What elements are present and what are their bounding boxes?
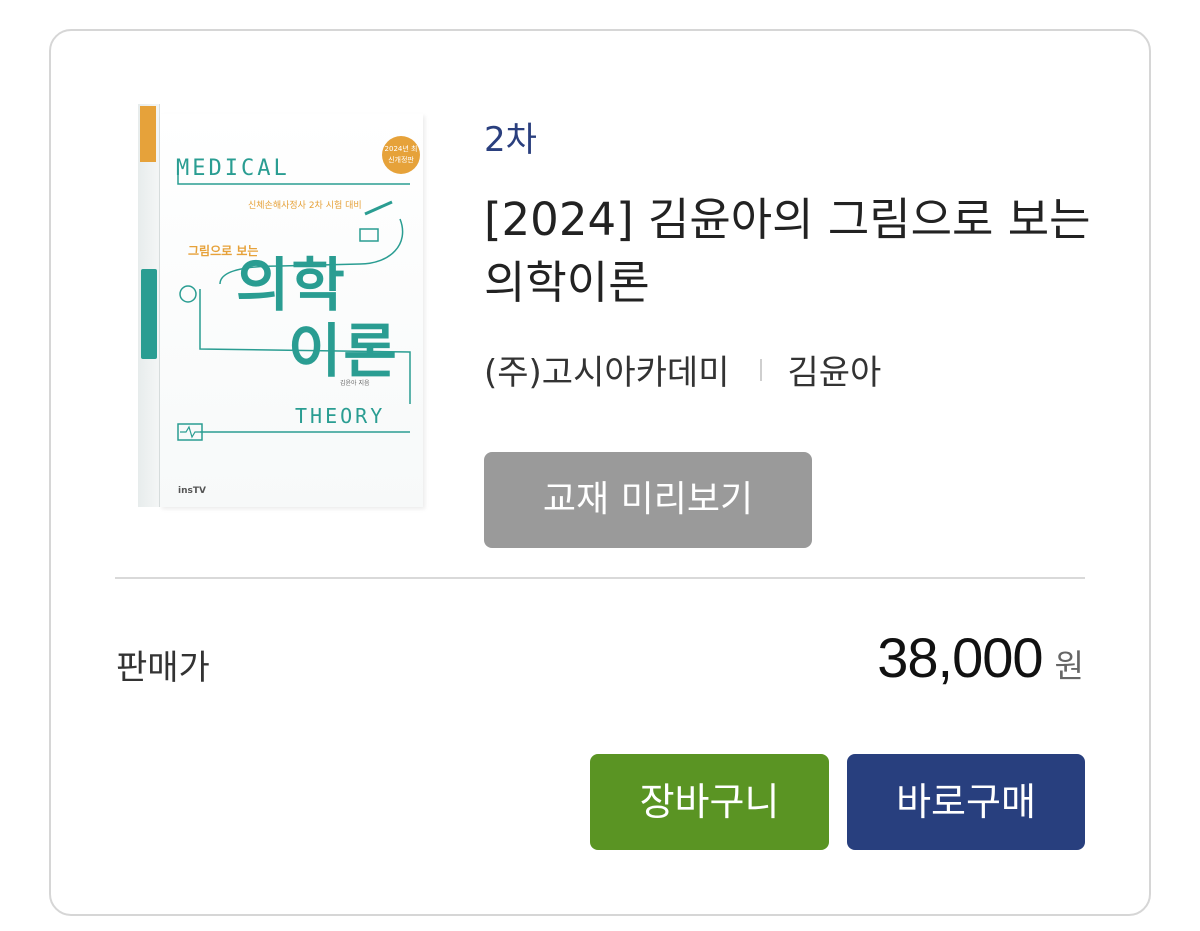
price-label: 판매가 <box>116 648 210 688</box>
add-to-cart-button[interactable]: 장바구니 <box>590 754 829 850</box>
divider <box>115 577 1085 579</box>
cover-word-medical: MEDICAL <box>176 156 290 181</box>
publisher-author-row: (주)고시아카데미 김윤아 <box>484 345 881 394</box>
edition-badge: 2024년 최신개정판 <box>382 136 420 174</box>
buy-now-button[interactable]: 바로구매 <box>847 754 1085 850</box>
book-cover-image[interactable]: 2024년 최신개정판 MEDICAL 신체손해사정사 2차 시험 대비 그림으… <box>138 104 423 507</box>
book-category: 2차 <box>484 120 537 160</box>
price: 38,000 원 <box>877 625 1084 690</box>
cover-publisher-logo: insTV <box>178 486 206 496</box>
price-unit: 원 <box>1054 647 1084 685</box>
book-front-cover: 2024년 최신개정판 MEDICAL 신체손해사정사 2차 시험 대비 그림으… <box>160 114 423 507</box>
cover-author: 김윤아 지음 <box>340 380 370 387</box>
cover-word-theory: THEORY <box>295 404 386 428</box>
separator <box>759 358 762 381</box>
cover-subtitle: 신체손해사정사 2차 시험 대비 <box>248 201 362 211</box>
book-spine <box>138 104 160 507</box>
preview-button[interactable]: 교재 미리보기 <box>484 452 812 548</box>
publisher-name: (주)고시아카데미 <box>484 353 730 393</box>
author-name: 김윤아 <box>787 353 882 393</box>
book-title[interactable]: [2024] 김윤아의 그림으로 보는 의학이론 <box>484 188 1104 314</box>
price-value: 38,000 <box>877 626 1043 689</box>
cover-main-title-2: 이론 <box>288 317 399 385</box>
